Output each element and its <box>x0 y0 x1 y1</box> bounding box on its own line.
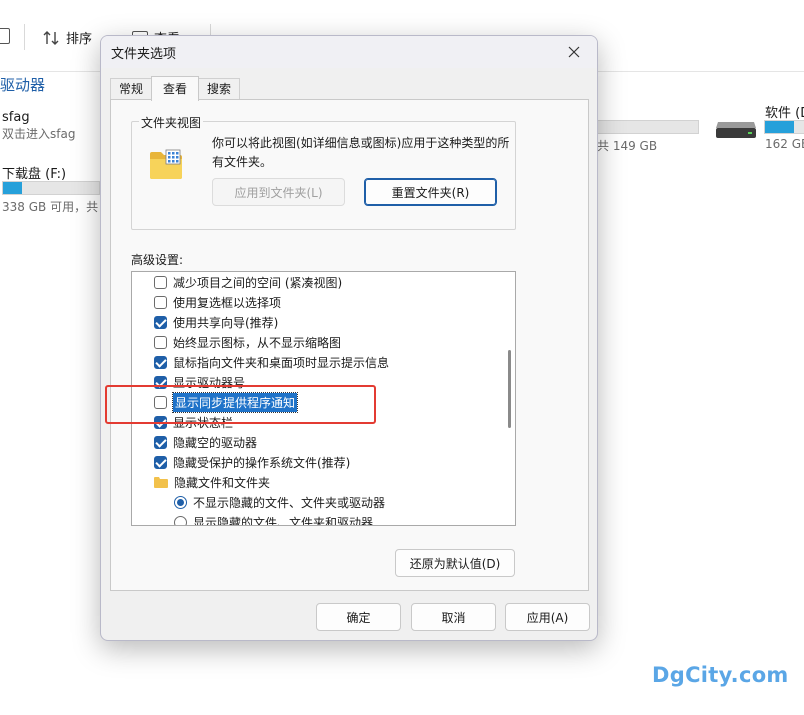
list-item[interactable]: 隐藏受保护的操作系统文件(推荐) <box>154 452 350 472</box>
dialog-titlebar[interactable]: 文件夹选项 <box>101 36 597 68</box>
list-item-label: 隐藏空的驱动器 <box>173 435 258 450</box>
drive-usage-bar <box>597 120 699 134</box>
apply-to-folders-button[interactable]: 应用到文件夹(L) <box>212 178 345 206</box>
list-item-label: 始终显示图标，从不显示缩略图 <box>173 335 342 350</box>
list-item-label: 显示同步提供程序通知 <box>171 391 299 413</box>
list-item-label: 隐藏文件和文件夹 <box>174 475 271 490</box>
checkbox[interactable] <box>154 335 167 349</box>
tab-general[interactable]: 常规 <box>110 78 153 100</box>
folder-view-group: 文件夹视图 你可以将此视图(如详细信息或图标)应用于这种类型的所有文件夹。 应用… <box>131 114 516 230</box>
drive-item-f[interactable]: 下载盘 (F:) <box>2 163 66 182</box>
drive-item-d[interactable]: 软件 (D <box>765 102 804 121</box>
drive-free-space: 338 GB 可用，共 <box>2 200 99 214</box>
tab-search[interactable]: 搜索 <box>198 78 241 100</box>
reset-folders-button[interactable]: 重置文件夹(R) <box>364 178 497 206</box>
list-item[interactable]: 显示状态栏 <box>154 412 233 432</box>
ok-button[interactable]: 确定 <box>316 603 401 631</box>
clipboard-icon[interactable] <box>0 28 10 44</box>
hard-drive-icon <box>716 122 756 138</box>
drive-usage-bar <box>2 181 100 195</box>
site-watermark: DgCity.com <box>652 663 789 687</box>
scrollbar-thumb[interactable] <box>508 350 511 428</box>
dialog-tabs: 常规 查看 搜索 <box>110 76 241 101</box>
list-item-label: 减少项目之间的空间 (紧凑视图) <box>173 275 343 290</box>
radio-button[interactable] <box>174 495 187 509</box>
folder-view-description: 你可以将此视图(如详细信息或图标)应用于这种类型的所有文件夹。 <box>212 136 510 169</box>
checkbox[interactable] <box>154 275 167 289</box>
checkbox[interactable] <box>154 355 167 369</box>
drive-total-space: 共 149 GB <box>597 139 658 153</box>
radio-button[interactable] <box>174 515 187 525</box>
list-item-label: 显示隐藏的文件、文件夹和驱动器 <box>193 515 374 526</box>
list-item[interactable]: 隐藏空的驱动器 <box>154 432 257 452</box>
list-item[interactable]: 不显示隐藏的文件、文件夹或驱动器 <box>174 492 385 512</box>
drive-usage-fill <box>3 182 23 194</box>
list-item[interactable]: 始终显示图标，从不显示缩略图 <box>154 332 341 352</box>
drive-usage-fill <box>598 121 698 133</box>
checkbox[interactable] <box>154 435 167 449</box>
drive-subtitle: 双击进入sfag <box>2 127 76 141</box>
drive-item-sfag[interactable]: sfag 双击进入sfag <box>2 110 75 142</box>
checkbox[interactable] <box>154 315 167 329</box>
list-item-group: 隐藏文件和文件夹 <box>154 472 270 492</box>
toolbar-separator <box>24 24 25 50</box>
folder-views-icon <box>150 149 182 179</box>
list-item-label: 显示驱动器号 <box>173 375 246 390</box>
sort-button[interactable]: 排序 <box>42 28 92 47</box>
cancel-button[interactable]: 取消 <box>411 603 496 631</box>
close-button[interactable] <box>551 36 597 68</box>
checkbox[interactable] <box>154 295 167 309</box>
view-tab-panel: 文件夹视图 你可以将此视图(如详细信息或图标)应用于这种类型的所有文件夹。 应用… <box>110 99 589 591</box>
folder-view-legend: 文件夹视图 <box>139 114 204 131</box>
list-item[interactable]: 使用复选框以选择项 <box>154 292 281 312</box>
list-scrollbar[interactable] <box>503 272 515 525</box>
drive-name: sfag <box>2 110 30 125</box>
restore-defaults-button[interactable]: 还原为默认值(D) <box>395 549 515 577</box>
checkbox[interactable] <box>154 415 167 429</box>
checkbox[interactable] <box>154 455 167 469</box>
drive-name: 软件 (D <box>765 106 804 121</box>
drive-total-space: 162 GB <box>765 137 804 151</box>
drive-name: 下载盘 (F:) <box>2 167 67 182</box>
list-item[interactable]: 减少项目之间的空间 (紧凑视图) <box>154 272 342 292</box>
advanced-settings-label: 高级设置: <box>131 253 184 267</box>
checkbox[interactable] <box>154 375 167 389</box>
list-item-label: 显示状态栏 <box>173 415 234 430</box>
list-item[interactable]: 鼠标指向文件夹和桌面项时显示提示信息 <box>154 352 389 372</box>
list-item-label: 使用共享向导(推荐) <box>173 315 279 330</box>
list-item-label: 隐藏受保护的操作系统文件(推荐) <box>173 455 351 470</box>
checkbox[interactable] <box>154 395 167 409</box>
folder-icon <box>154 476 168 488</box>
folder-options-dialog: 文件夹选项 常规 查看 搜索 文件夹视图 你可以将此视图(如详细信息或图标)应用… <box>100 35 598 641</box>
list-item[interactable]: 显示隐藏的文件、文件夹和驱动器 <box>174 512 374 526</box>
sort-label: 排序 <box>66 32 93 47</box>
list-item-label: 不显示隐藏的文件、文件夹或驱动器 <box>193 495 386 510</box>
drive-item-middle-info: 共 149 GB <box>597 137 657 154</box>
advanced-settings-list[interactable]: 减少项目之间的空间 (紧凑视图) 使用复选框以选择项 使用共享向导(推荐) 始终… <box>131 271 516 526</box>
drive-item-f-info: 338 GB 可用，共 <box>2 198 98 215</box>
list-item-label: 使用复选框以选择项 <box>173 295 282 310</box>
dialog-title: 文件夹选项 <box>111 47 177 62</box>
list-item[interactable]: 显示驱动器号 <box>154 372 245 392</box>
close-icon <box>568 46 580 58</box>
drive-usage-bar <box>764 120 804 134</box>
tab-view[interactable]: 查看 <box>151 76 200 101</box>
drive-item-d-info: 162 GB <box>765 137 804 151</box>
list-item-label: 鼠标指向文件夹和桌面项时显示提示信息 <box>173 355 390 370</box>
drives-section-title: 驱动器 <box>0 76 46 94</box>
apply-button[interactable]: 应用(A) <box>505 603 590 631</box>
sort-icon <box>43 30 59 45</box>
drive-usage-fill <box>765 121 795 133</box>
list-item[interactable]: 使用共享向导(推荐) <box>154 312 278 332</box>
list-item-selected[interactable]: 显示同步提供程序通知 <box>154 391 299 413</box>
